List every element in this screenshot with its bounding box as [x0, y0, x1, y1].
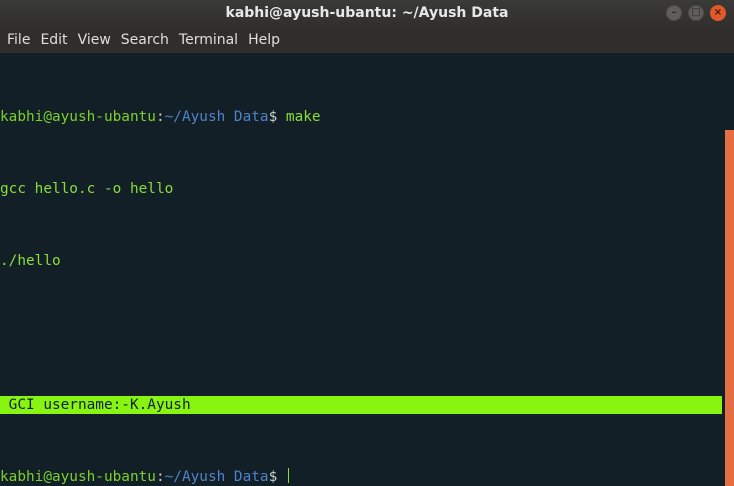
terminal-line: kabhi@ayush-ubantu:~/Ayush Data$ [0, 468, 722, 486]
terminal-line: kabhi@ayush-ubantu:~/Ayush Data$ make [0, 108, 722, 126]
title-bar[interactable]: kabhi@ayush-ubantu: ~/Ayush Data – □ × [0, 0, 734, 27]
menu-search[interactable]: Search [116, 27, 174, 53]
prompt-dollar: $ [268, 469, 278, 485]
window-title: kabhi@ayush-ubantu: ~/Ayush Data [225, 5, 509, 21]
prompt-colon: : [155, 469, 165, 485]
highlighted-output-line: GCI username:-K.Ayush [0, 396, 722, 414]
vertical-scrollbar[interactable] [722, 53, 734, 486]
minimize-icon[interactable]: – [666, 5, 682, 21]
terminal-output[interactable]: kabhi@ayush-ubantu:~/Ayush Data$ make gc… [0, 53, 722, 486]
terminal-line: gcc hello.c -o hello [0, 180, 722, 198]
menu-terminal[interactable]: Terminal [174, 27, 243, 53]
window-controls: – □ × [666, 5, 726, 21]
prompt-dollar: $ [268, 109, 278, 125]
prompt-user-host: kabhi@ayush-ubantu [0, 469, 156, 485]
menu-help[interactable]: Help [243, 27, 285, 53]
output-text: ./hello [0, 253, 61, 269]
scrollbar-thumb[interactable] [725, 130, 734, 486]
prompt-user-host: kabhi@ayush-ubantu [0, 109, 156, 125]
prompt-path: ~/Ayush Data [164, 109, 269, 125]
close-icon[interactable]: × [710, 5, 726, 21]
text-cursor [287, 468, 289, 483]
menu-view[interactable]: View [73, 27, 116, 53]
menu-bar: File Edit View Search Terminal Help [0, 27, 734, 53]
prompt-colon: : [155, 109, 165, 125]
menu-file[interactable]: File [2, 27, 35, 53]
command-text: make [277, 109, 321, 125]
output-text: gcc hello.c -o hello [0, 181, 174, 197]
menu-edit[interactable]: Edit [35, 27, 72, 53]
command-text [277, 469, 286, 485]
prompt-path: ~/Ayush Data [164, 469, 269, 485]
terminal-window: kabhi@ayush-ubantu: ~/Ayush Data – □ × F… [0, 0, 734, 486]
terminal-line: ./hello [0, 252, 722, 270]
highlighted-text: GCI username:-K.Ayush [0, 397, 191, 413]
maximize-icon[interactable]: □ [688, 5, 704, 21]
